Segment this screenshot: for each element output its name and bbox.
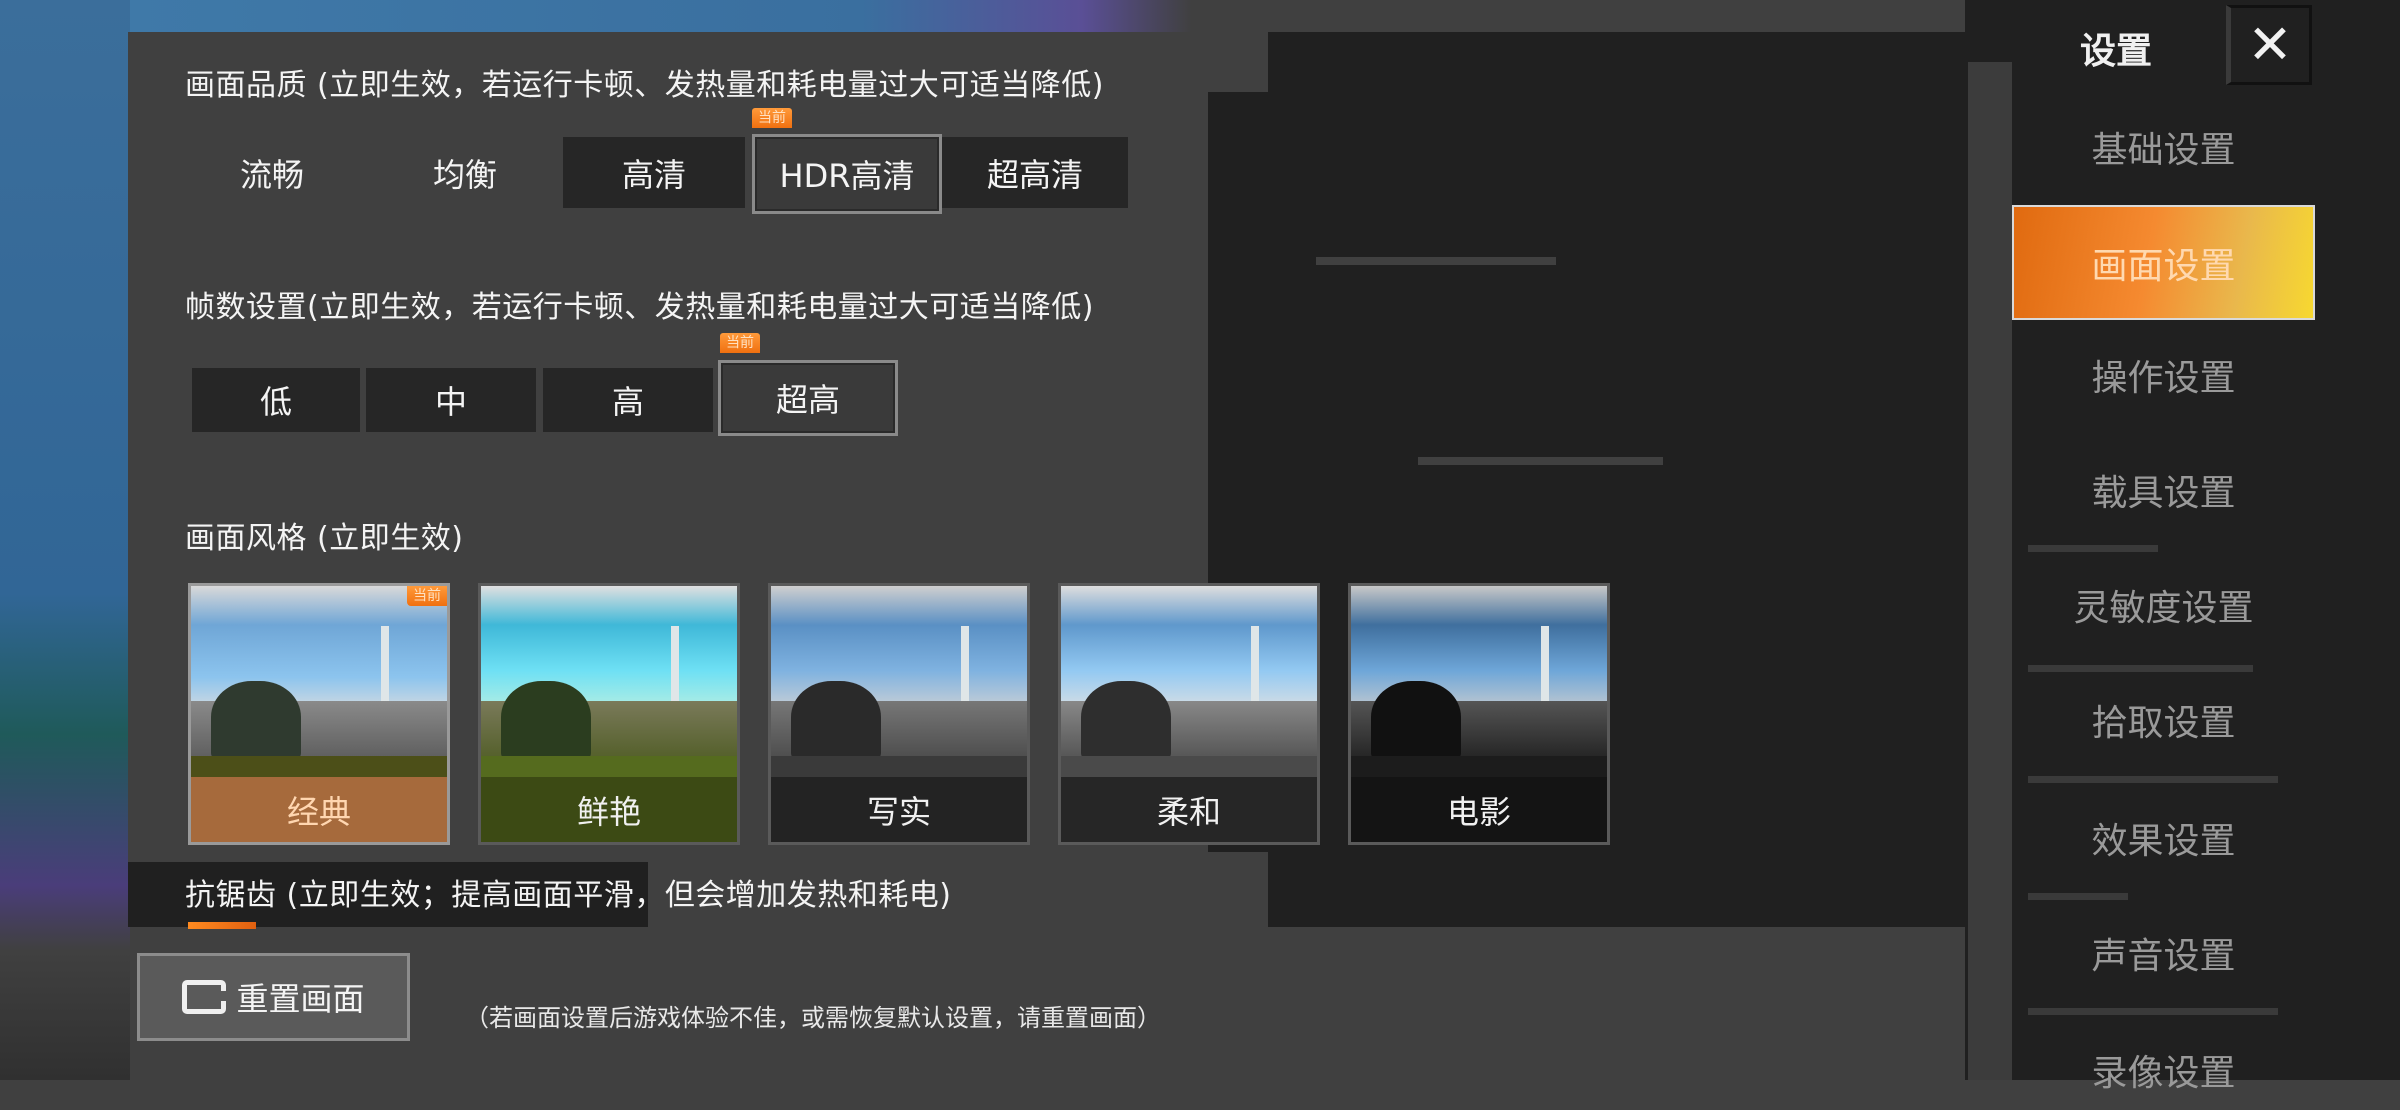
style-label: 画面风格 (立即生效) [185, 521, 464, 556]
style-preview-image [771, 586, 1027, 786]
quality-option-ultra-hd[interactable]: 超高清 [942, 137, 1128, 208]
style-caption: 写实 [771, 777, 1027, 842]
sidebar-item-sound[interactable]: 声音设置 [2012, 913, 2315, 993]
current-badge: 当前 [720, 333, 760, 353]
sidebar-item-vehicle[interactable]: 载具设置 [2012, 450, 2315, 530]
sidebar-item-controls[interactable]: 操作设置 [2012, 335, 2315, 415]
reset-frame-icon [182, 980, 230, 1014]
sidebar-item-sensitivity[interactable]: 灵敏度设置 [2012, 565, 2315, 645]
quality-option-balanced[interactable]: 均衡 [367, 137, 563, 208]
quality-option-hdr-hd[interactable]: HDR高清 [752, 134, 942, 214]
framerate-option-medium[interactable]: 中 [366, 368, 536, 432]
framerate-option-low[interactable]: 低 [192, 368, 360, 432]
section-divider [1418, 457, 1663, 465]
style-option-vivid[interactable]: 鲜艳 [478, 583, 740, 845]
style-option-soft[interactable]: 柔和 [1058, 583, 1320, 845]
quality-option-hd[interactable]: 高清 [563, 137, 745, 208]
sidebar-separator [2028, 776, 2278, 783]
current-badge: 当前 [407, 586, 447, 606]
background-scenery-top [130, 0, 1960, 32]
sidebar-separator [2028, 545, 2158, 552]
quality-label: 画面品质 (立即生效，若运行卡顿、发热量和耗电量过大可适当降低) [185, 68, 1104, 103]
reset-graphics-button[interactable]: 重置画面 [137, 953, 410, 1041]
style-preview-image [191, 586, 447, 786]
sidebar-title: 设置 [2080, 31, 2153, 72]
style-option-cinematic[interactable]: 电影 [1348, 583, 1610, 845]
antialias-indicator [188, 922, 256, 929]
style-preview-image [481, 586, 737, 786]
sidebar-item-pickup[interactable]: 拾取设置 [2012, 680, 2315, 760]
style-preview-image [1351, 586, 1607, 786]
style-option-realistic[interactable]: 写实 [768, 583, 1030, 845]
style-caption: 柔和 [1061, 777, 1317, 842]
reset-button-label: 重置画面 [236, 980, 365, 1018]
sidebar-separator [2028, 665, 2253, 672]
close-button[interactable]: ✕ [2226, 5, 2312, 85]
sidebar-item-graphics[interactable]: 画面设置 [2012, 205, 2315, 320]
reset-notice: （若画面设置后游戏体验不佳，或需恢复默认设置，请重置画面） [465, 1004, 1161, 1032]
style-preview-image [1061, 586, 1317, 786]
sidebar-separator [2028, 1008, 2278, 1015]
sidebar-item-replay[interactable]: 录像设置 [2012, 1030, 2315, 1110]
framerate-option-high[interactable]: 高 [543, 368, 713, 432]
background-scenery-left [0, 0, 130, 1080]
antialias-label: 抗锯齿 (立即生效；提高画面平滑，但会增加发热和耗电) [185, 878, 952, 913]
current-badge: 当前 [752, 108, 792, 128]
style-caption: 电影 [1351, 777, 1607, 842]
sidebar-item-effects[interactable]: 效果设置 [2012, 798, 2315, 878]
sidebar-scroll-track[interactable] [1968, 62, 2012, 1080]
section-divider [1316, 257, 1556, 265]
sidebar-item-basic[interactable]: 基础设置 [2012, 107, 2315, 187]
quality-option-smooth[interactable]: 流畅 [177, 137, 367, 208]
sidebar-separator [2028, 893, 2128, 900]
style-caption: 经典 [191, 777, 447, 842]
style-caption: 鲜艳 [481, 777, 737, 842]
style-option-classic[interactable]: 经典 当前 [188, 583, 450, 845]
close-icon: ✕ [2247, 13, 2293, 76]
framerate-label: 帧数设置(立即生效，若运行卡顿、发热量和耗电量过大可适当降低) [185, 290, 1094, 325]
framerate-option-ultra[interactable]: 超高 [718, 360, 898, 436]
